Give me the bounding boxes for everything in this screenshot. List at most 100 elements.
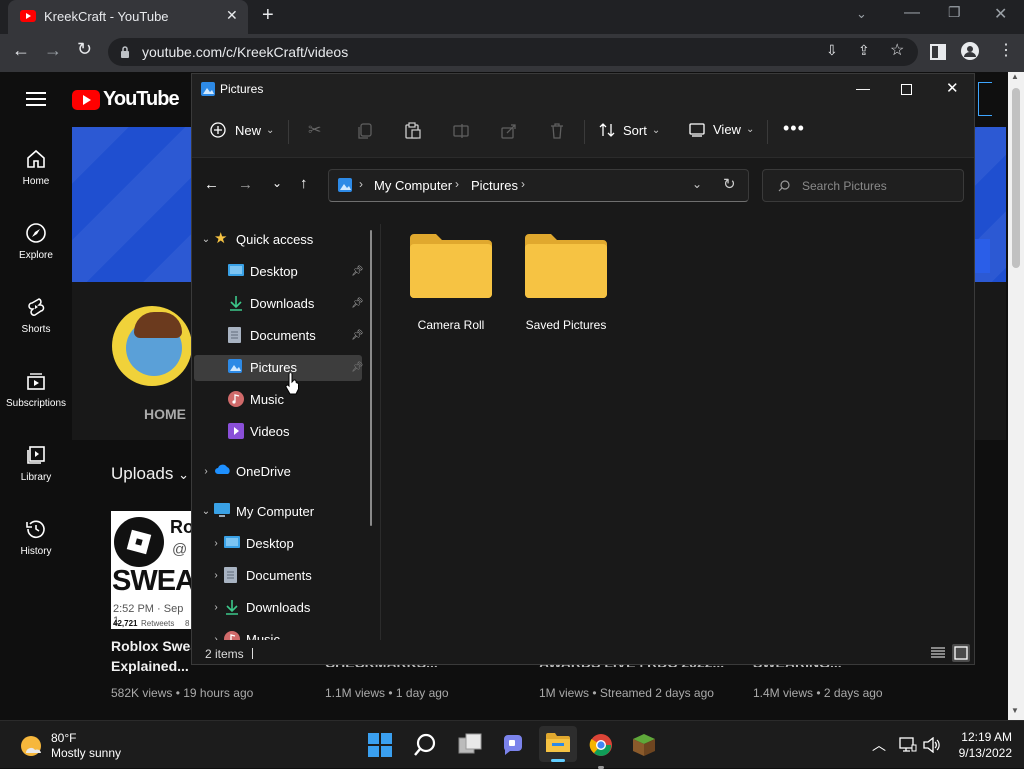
yt-nav-library[interactable]: Library xyxy=(0,444,72,483)
side-panel-icon[interactable] xyxy=(930,44,946,60)
explorer-command-bar: New ⌄ ✂ Sort ⌄ View ⌄ ••• xyxy=(192,106,974,158)
folder-item[interactable]: Camera Roll xyxy=(403,232,499,332)
explorer-minimize-icon[interactable]: — xyxy=(856,80,870,96)
share-icon[interactable] xyxy=(501,123,517,139)
copy-icon[interactable] xyxy=(358,123,372,139)
large-icons-view-button[interactable] xyxy=(952,644,970,662)
bookmark-star-icon[interactable]: ☆ xyxy=(890,40,904,60)
pin-icon[interactable]: 📌︎ xyxy=(351,330,382,341)
back-icon[interactable]: ← xyxy=(204,176,219,193)
pin-icon[interactable]: 📌︎ xyxy=(351,266,382,277)
youtube-logo[interactable]: YouTube xyxy=(72,88,180,111)
channel-tab-home[interactable]: HOME xyxy=(144,406,186,422)
nav-my-computer[interactable]: ⌄ My Computer xyxy=(198,496,378,526)
nav-item-pictures[interactable]: Pictures 📌︎ xyxy=(228,352,382,382)
more-options-icon[interactable]: ••• xyxy=(783,118,805,139)
explorer-titlebar[interactable]: Pictures — ✕ xyxy=(192,74,974,106)
minimize-icon[interactable]: — xyxy=(904,4,920,22)
nav-label: My Computer xyxy=(236,503,315,519)
yt-nav-explore[interactable]: Explore xyxy=(0,222,72,261)
refresh-icon[interactable]: ↻ xyxy=(723,175,736,193)
network-icon[interactable] xyxy=(899,737,917,753)
volume-icon[interactable] xyxy=(923,737,941,753)
yt-nav-home[interactable]: Home xyxy=(0,148,72,187)
video-title[interactable]: Roblox Swea xyxy=(111,636,198,656)
breadcrumb-item[interactable]: Pictures xyxy=(471,178,518,193)
nav-quick-access[interactable]: ⌄ ★ Quick access xyxy=(198,224,378,254)
browser-tab[interactable]: KreekCraft - YouTube ✕ xyxy=(8,0,248,34)
chrome-taskbar-button[interactable] xyxy=(585,729,617,769)
show-hidden-icons-chevron-icon[interactable]: ︿ xyxy=(872,735,886,755)
rename-icon[interactable] xyxy=(453,124,469,138)
channel-avatar[interactable] xyxy=(112,306,192,386)
page-scrollbar[interactable]: ▲ ▼ xyxy=(1008,72,1024,720)
nav-computer-documents[interactable]: › Documents xyxy=(208,560,382,590)
scrollbar-thumb[interactable] xyxy=(1012,88,1020,268)
yt-nav-shorts[interactable]: Shorts xyxy=(0,296,72,335)
tab-search-chevron-icon[interactable]: ⌄ xyxy=(856,6,867,22)
nav-item-documents[interactable]: Documents 📌︎ xyxy=(228,320,382,350)
paste-icon[interactable] xyxy=(405,122,421,139)
nav-item-desktop[interactable]: Desktop 📌︎ xyxy=(228,256,382,286)
install-icon[interactable]: ⇩ xyxy=(826,42,838,59)
forward-icon[interactable]: → xyxy=(44,40,62,61)
uploads-sort-menu[interactable]: Uploads ⌄ xyxy=(111,464,189,484)
address-bar[interactable]: youtube.com/c/KreekCraft/videos xyxy=(108,38,918,66)
task-view-button[interactable] xyxy=(454,729,486,761)
yt-nav-subscriptions[interactable]: Subscriptions xyxy=(0,370,72,409)
scroll-up-icon[interactable]: ▲ xyxy=(1011,72,1019,81)
video-thumbnail[interactable]: Ro @ SWEA 2:52 PM · Sep 1 42,721 Retweet… xyxy=(111,511,191,629)
tab-close-icon[interactable]: ✕ xyxy=(226,7,238,24)
profile-avatar-icon[interactable] xyxy=(961,42,979,60)
status-divider xyxy=(252,648,253,659)
breadcrumb-item[interactable]: My Computer xyxy=(374,178,452,193)
chat-button[interactable] xyxy=(497,729,529,761)
explorer-maximize-icon[interactable] xyxy=(901,84,912,95)
video-title[interactable]: Explained... xyxy=(111,656,189,676)
restore-icon[interactable]: ❐ xyxy=(948,4,961,21)
sign-in-button-edge[interactable] xyxy=(978,82,992,116)
nav-item-music[interactable]: Music xyxy=(228,384,382,414)
new-tab-icon[interactable]: + xyxy=(262,4,274,27)
up-level-icon[interactable]: ↑ xyxy=(300,175,308,192)
details-view-icon[interactable] xyxy=(930,646,946,660)
nav-computer-music[interactable]: › Music xyxy=(208,624,382,640)
weather-widget[interactable]: 80°F Mostly sunny xyxy=(18,731,121,761)
nav-computer-downloads[interactable]: › Downloads xyxy=(208,592,382,622)
cut-icon[interactable]: ✂ xyxy=(308,120,321,140)
recent-locations-chevron-icon[interactable]: ⌄ xyxy=(272,176,282,190)
hamburger-menu-icon[interactable] xyxy=(26,91,46,107)
divider xyxy=(288,120,289,144)
file-explorer-taskbar-button[interactable] xyxy=(539,726,577,762)
explorer-close-icon[interactable]: ✕ xyxy=(946,79,959,97)
yt-nav-history[interactable]: History xyxy=(0,518,72,557)
view-button[interactable]: View ⌄ xyxy=(689,122,754,137)
search-input[interactable]: Search Pictures xyxy=(762,169,964,202)
pin-icon[interactable]: 📌︎ xyxy=(351,298,382,309)
chrome-menu-icon[interactable]: ⋮ xyxy=(998,40,1014,60)
minecraft-taskbar-button[interactable] xyxy=(628,729,660,761)
start-button[interactable] xyxy=(364,729,396,761)
folder-item[interactable]: Saved Pictures xyxy=(518,232,614,332)
nav-pane-scrollbar[interactable] xyxy=(370,230,372,526)
back-icon[interactable]: ← xyxy=(12,40,30,61)
close-window-icon[interactable]: ✕ xyxy=(994,4,1007,24)
share-icon[interactable]: ⇪ xyxy=(858,42,870,59)
nav-computer-desktop[interactable]: › Desktop xyxy=(208,528,382,558)
clock[interactable]: 12:19 AM 9/13/2022 xyxy=(950,729,1012,761)
nav-onedrive[interactable]: › OneDrive xyxy=(198,456,378,486)
file-explorer-window: Pictures — ✕ New ⌄ ✂ Sort ⌄ View ⌄ ••• ←… xyxy=(191,73,975,665)
nav-item-videos[interactable]: Videos xyxy=(228,416,382,446)
nav-item-downloads[interactable]: Downloads 📌︎ xyxy=(228,288,382,318)
breadcrumb-bar[interactable]: › My Computer › Pictures › ⌄ ↻ xyxy=(328,169,749,202)
search-button[interactable] xyxy=(409,729,441,761)
scroll-down-icon[interactable]: ▼ xyxy=(1011,706,1019,715)
reload-icon[interactable]: ↻ xyxy=(77,39,92,60)
delete-icon[interactable] xyxy=(550,122,564,139)
new-button[interactable]: New ⌄ xyxy=(210,122,274,138)
pane-divider[interactable] xyxy=(380,224,381,640)
sort-button[interactable]: Sort ⌄ xyxy=(599,122,660,138)
pin-icon[interactable]: 📌︎ xyxy=(351,362,382,373)
forward-icon[interactable]: → xyxy=(238,176,253,193)
address-history-chevron-icon[interactable]: ⌄ xyxy=(692,177,702,191)
